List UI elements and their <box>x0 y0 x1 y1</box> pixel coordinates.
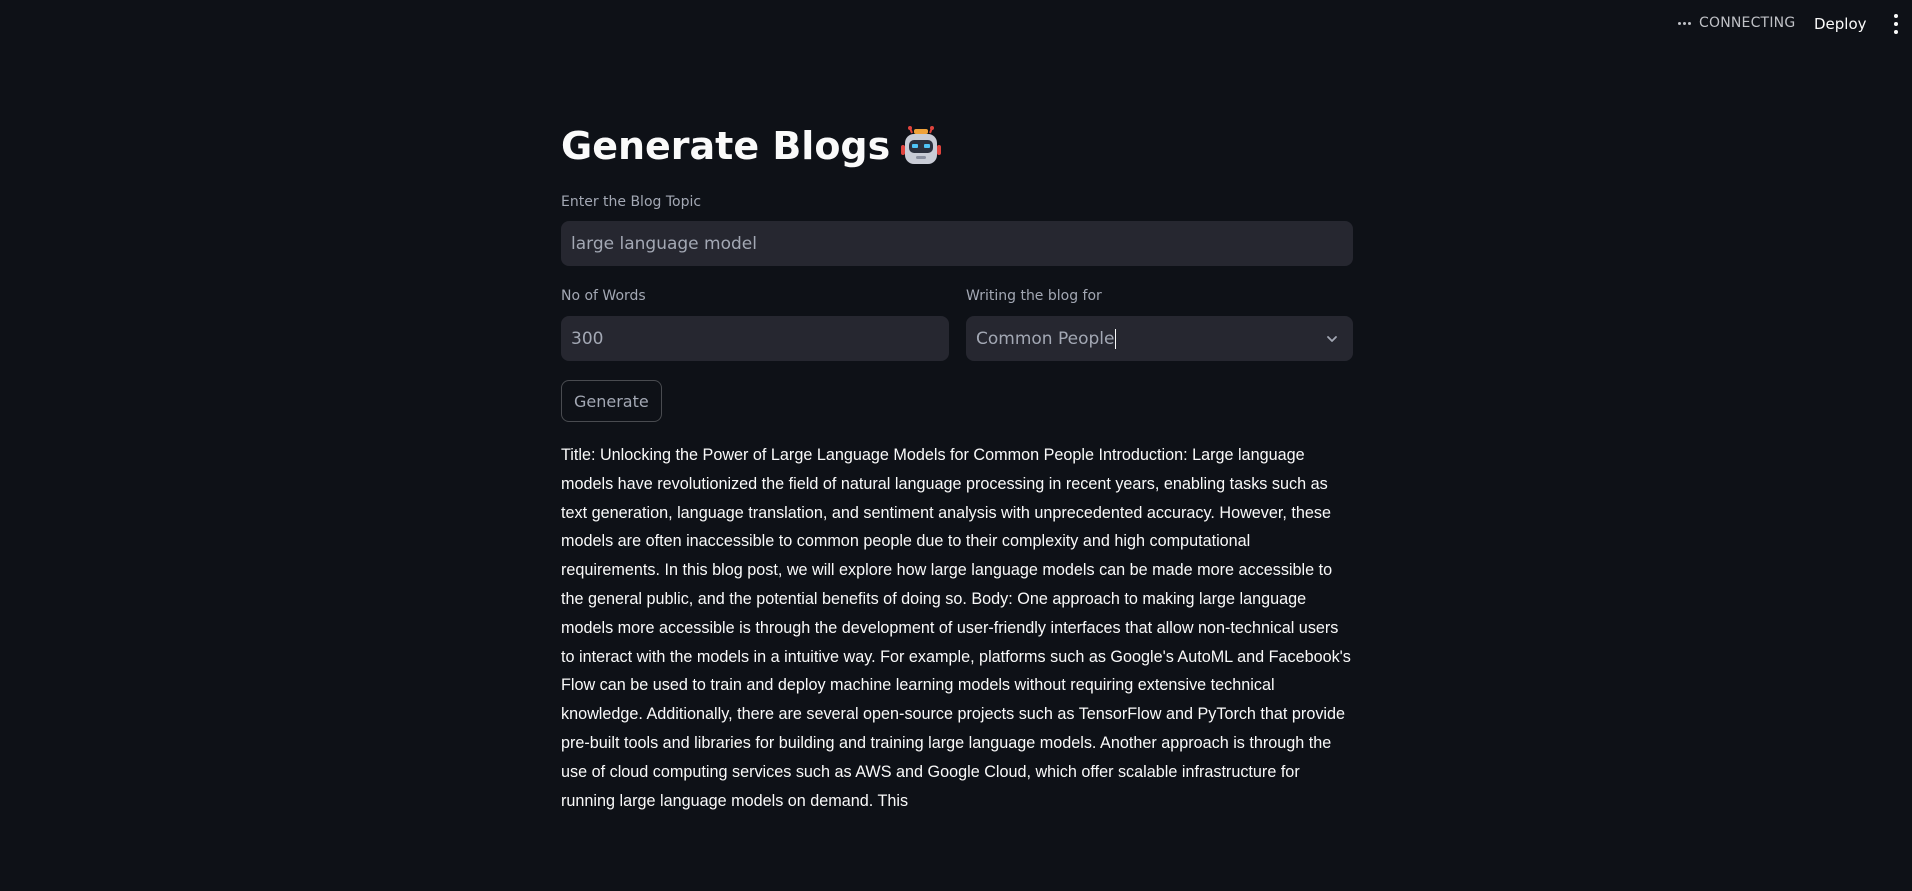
audience-select-value: Common People <box>976 328 1115 349</box>
page-title-text: Generate Blogs <box>561 124 891 168</box>
deploy-button[interactable]: Deploy <box>1810 13 1871 35</box>
chevron-down-icon <box>1327 336 1337 342</box>
generated-blog-text: Title: Unlocking the Power of Large Lang… <box>561 446 1351 810</box>
topic-input[interactable]: large language model <box>561 221 1353 266</box>
topic-input-value: large language model <box>571 233 757 254</box>
topic-label: Enter the Blog Topic <box>561 194 702 210</box>
words-input-value: 300 <box>571 328 604 349</box>
status-text: CONNECTING <box>1699 15 1796 31</box>
running-dots-icon <box>1678 21 1691 25</box>
words-input[interactable]: 300 <box>561 316 949 361</box>
app-toolbar: CONNECTING Deploy <box>0 0 1912 46</box>
words-label: No of Words <box>561 288 646 304</box>
connection-status: CONNECTING <box>1678 15 1795 31</box>
audience-label: Writing the blog for <box>966 288 1102 304</box>
page-title: Generate Blogs <box>561 116 942 176</box>
robot-icon <box>901 126 942 164</box>
audience-select[interactable]: Common People <box>966 316 1353 361</box>
text-cursor <box>1115 328 1117 349</box>
generate-button[interactable]: Generate <box>561 380 662 422</box>
main-menu-kebab-icon[interactable] <box>1890 14 1902 34</box>
